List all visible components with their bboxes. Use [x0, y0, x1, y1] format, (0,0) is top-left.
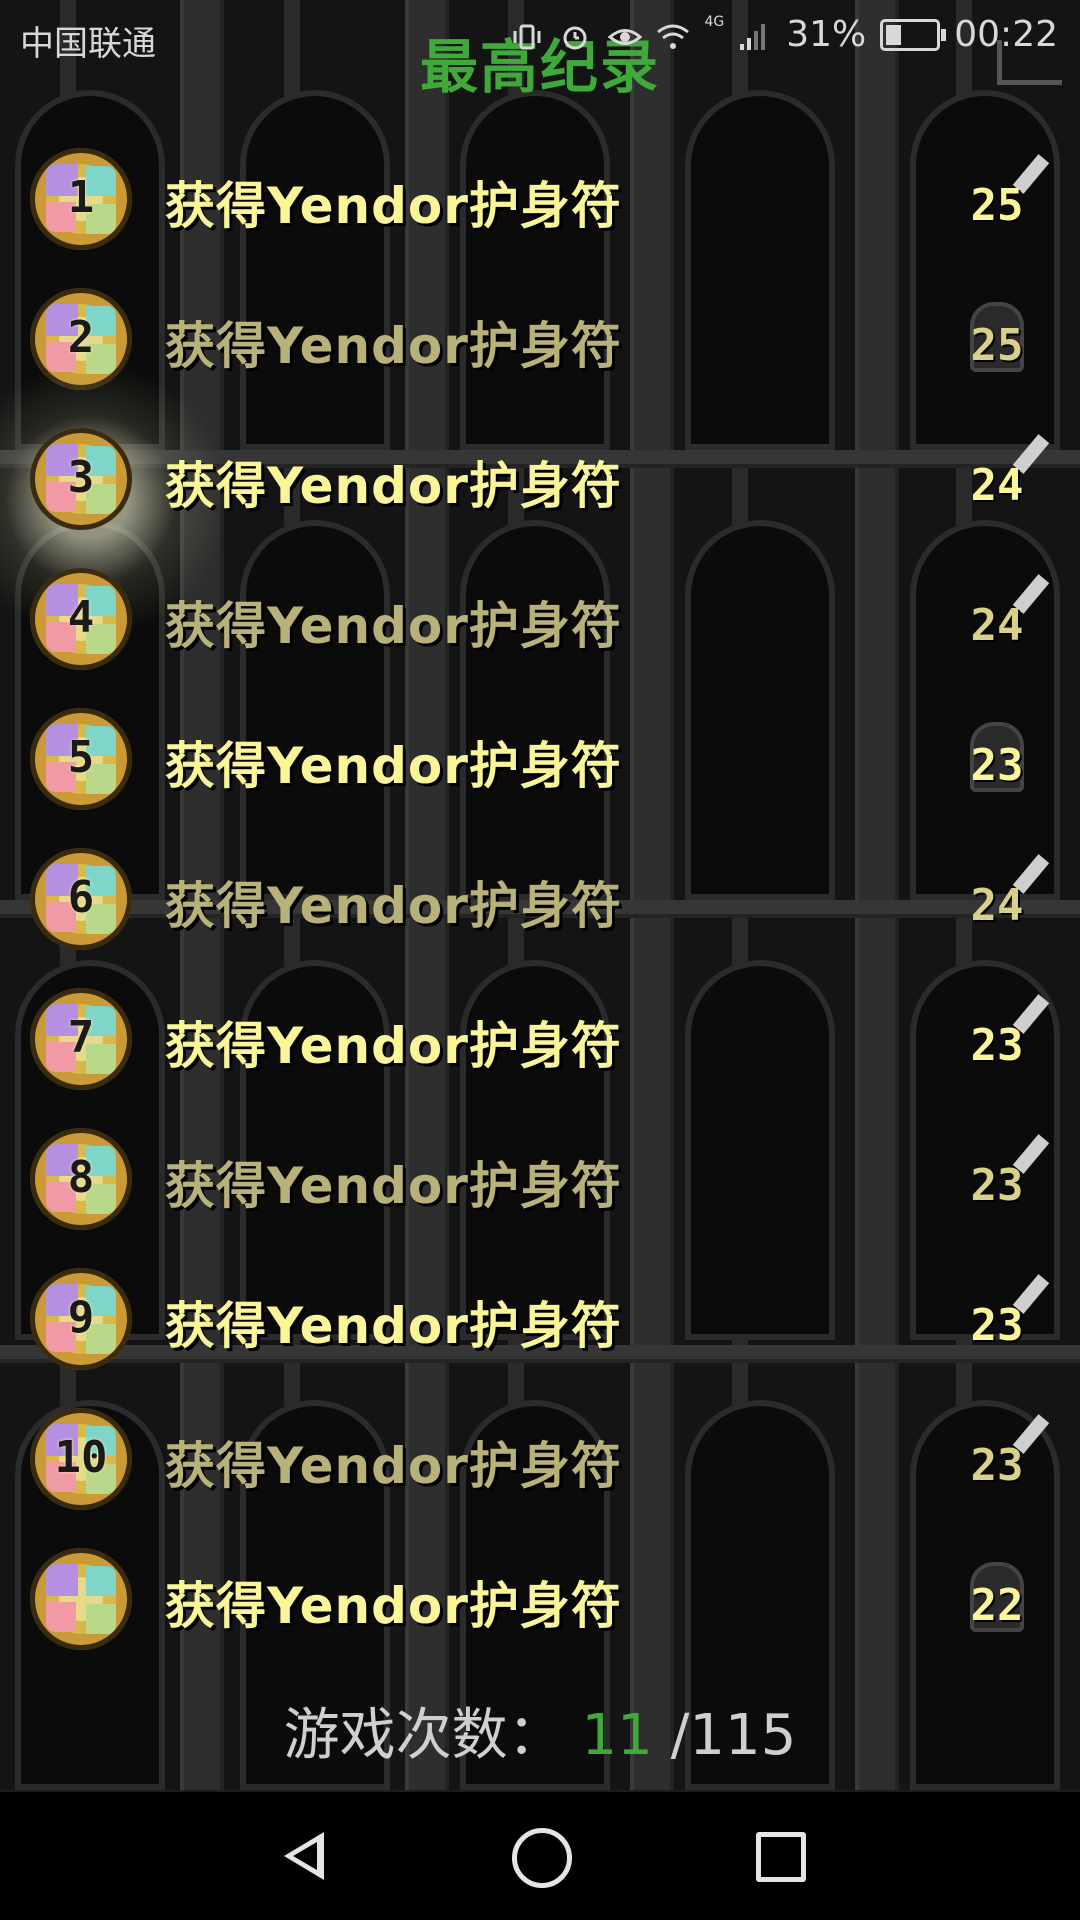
record-level: 22: [970, 1580, 1024, 1631]
record-row[interactable]: 获得Yendor护身符 22: [0, 1540, 1080, 1680]
amulet-rank-badge-icon: 3: [30, 428, 132, 530]
record-description: 获得Yendor护身符: [165, 877, 622, 935]
alarm-icon: [560, 20, 594, 50]
record-level: 25: [970, 320, 1024, 371]
record-description: 获得Yendor护身符: [165, 1437, 622, 1495]
record-rank: 10: [54, 1432, 108, 1483]
amulet-rank-badge-icon: 1: [30, 148, 132, 250]
record-level: 24: [970, 880, 1024, 931]
record-description: 获得Yendor护身符: [165, 177, 622, 235]
record-description: 获得Yendor护身符: [165, 1297, 622, 1355]
battery-icon: [880, 18, 947, 51]
amulet-rank-badge-icon: 9: [30, 1268, 132, 1370]
record-row[interactable]: 3 获得Yendor护身符 24: [0, 350, 1080, 650]
rogue-dagger-icon: 24: [960, 434, 1050, 522]
amulet-rank-badge-icon: 5: [30, 708, 132, 810]
clock: 00:22: [954, 14, 1058, 55]
record-level: 24: [970, 460, 1024, 511]
amulet-rank-badge-icon: 6: [30, 848, 132, 950]
games-label: 游戏次数：: [283, 1703, 564, 1768]
status-bar: 中国联通 4G 31% 00:22: [0, 0, 1080, 72]
battery-percent: 31%: [786, 14, 867, 55]
record-description: 获得Yendor护身符: [165, 317, 622, 375]
rogue-dagger-icon: 23: [960, 1414, 1050, 1502]
record-row[interactable]: 5 获得Yendor护身符 23: [0, 700, 1080, 840]
record-rank: 8: [67, 1152, 95, 1203]
wifi-icon: [656, 20, 690, 50]
record-row[interactable]: 4 获得Yendor护身符 24: [0, 560, 1080, 700]
record-description: 获得Yendor护身符: [165, 1157, 622, 1215]
record-level: 23: [970, 1020, 1024, 1071]
record-rank: 5: [67, 732, 95, 783]
record-row[interactable]: 8 获得Yendor护身符 23: [0, 1120, 1080, 1260]
helmet-icon: 25: [960, 302, 1030, 382]
android-nav-bar: [0, 1792, 1080, 1920]
record-row[interactable]: 9 获得Yendor护身符 23: [0, 1260, 1080, 1400]
record-rank: 1: [67, 172, 95, 223]
eye-comfort-icon: [608, 20, 643, 50]
helmet-icon: 22: [960, 1562, 1030, 1642]
home-circle-icon[interactable]: [512, 1828, 572, 1888]
record-row[interactable]: 7 获得Yendor护身符 23: [0, 980, 1080, 1120]
games-current: 11: [581, 1703, 653, 1768]
amulet-rank-badge-icon: 8: [30, 1128, 132, 1230]
record-rank: 9: [67, 1292, 95, 1343]
record-level: 23: [970, 740, 1024, 791]
record-level: 24: [970, 600, 1024, 651]
record-description: 获得Yendor护身符: [165, 1017, 622, 1075]
record-row[interactable]: 6 获得Yendor护身符 24: [0, 840, 1080, 980]
record-rank: 7: [67, 1012, 95, 1063]
record-level: 23: [970, 1300, 1024, 1351]
record-row[interactable]: 1 获得Yendor护身符 25: [0, 140, 1080, 280]
games-played-counter: 游戏次数： 11 /115: [0, 1690, 1080, 1771]
vibrate-icon: [512, 20, 546, 50]
back-triangle-icon[interactable]: [278, 1828, 334, 1884]
signal-icon: [738, 20, 772, 50]
mage-staff-icon: 24: [960, 574, 1050, 662]
amulet-rank-badge-icon: [30, 1548, 132, 1650]
amulet-rank-badge-icon: 10: [30, 1408, 132, 1510]
warrior-sword-icon: 25: [960, 154, 1050, 242]
carrier-name: 中国联通: [20, 24, 156, 64]
record-row[interactable]: 10 获得Yendor护身符 23: [0, 1400, 1080, 1540]
games-total: /115: [670, 1703, 797, 1768]
record-description: 获得Yendor护身符: [165, 457, 622, 515]
amulet-rank-badge-icon: 4: [30, 568, 132, 670]
mage-staff-icon: 24: [960, 854, 1050, 942]
record-description: 获得Yendor护身符: [165, 597, 622, 655]
record-rank: 6: [67, 872, 95, 923]
mage-staff-icon: 23: [960, 994, 1050, 1082]
record-description: 获得Yendor护身符: [165, 737, 622, 795]
amulet-rank-badge-icon: 7: [30, 988, 132, 1090]
record-level: 23: [970, 1440, 1024, 1491]
record-level: 23: [970, 1160, 1024, 1211]
recent-square-icon[interactable]: [756, 1832, 806, 1882]
network-type: 4G: [704, 14, 725, 30]
helmet-icon: 23: [960, 722, 1030, 802]
record-description: 获得Yendor护身符: [165, 1577, 622, 1635]
status-icons: 4G 31% 00:22: [512, 14, 1058, 55]
record-level: 25: [970, 180, 1024, 231]
record-rank: 4: [67, 592, 95, 643]
warrior-sword-icon: 23: [960, 1134, 1050, 1222]
record-rank: 3: [67, 452, 95, 503]
rogue-dagger-icon: 23: [960, 1274, 1050, 1362]
